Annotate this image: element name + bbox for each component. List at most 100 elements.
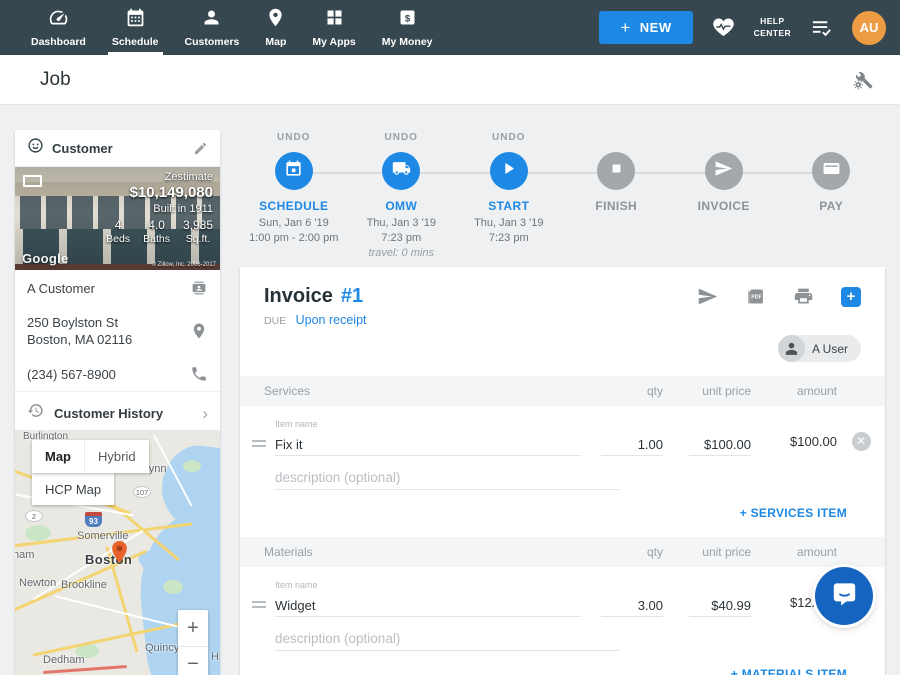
step-date: Thu, Jan 3 '19	[367, 216, 436, 231]
nav-label: Dashboard	[31, 36, 86, 48]
remove-service-item-button[interactable]: ✕	[852, 432, 871, 451]
sqft-value: 3,985	[183, 218, 213, 232]
contact-card-icon[interactable]	[190, 279, 208, 297]
step-label: PAY	[819, 199, 843, 213]
nav-item-my-apps[interactable]: My Apps	[299, 0, 368, 55]
add-materials-item-link[interactable]: + MATERIALS ITEM	[240, 651, 885, 675]
job-settings-icon[interactable]	[852, 69, 874, 91]
step-time: 7:23 pm	[474, 231, 543, 246]
map-label-newton: Newton	[19, 577, 56, 589]
add-services-item-link[interactable]: + SERVICES ITEM	[240, 490, 885, 537]
nav-item-dashboard[interactable]: Dashboard	[18, 0, 99, 55]
nav-item-my-money[interactable]: $ My Money	[369, 0, 446, 55]
material-description-input[interactable]	[275, 627, 620, 651]
dollar-icon: $	[397, 7, 418, 33]
svg-text:PDF: PDF	[751, 295, 762, 301]
omw-step-button[interactable]	[382, 152, 420, 190]
start-step-button[interactable]	[490, 152, 528, 190]
step-datetime: Thu, Jan 3 '19 7:23 pm travel: 0 mins	[367, 216, 436, 261]
built-year: Built in 1911	[106, 203, 213, 215]
drag-handle-icon[interactable]	[250, 437, 275, 456]
zestimate-value: $10,149,080	[106, 184, 213, 201]
plus-icon: +	[620, 18, 630, 38]
map-park	[183, 460, 201, 472]
step-time: 7:23 pm	[367, 231, 436, 246]
service-name-input[interactable]	[275, 434, 581, 456]
photo-copyright: © Zillow, Inc. 2006-2017	[152, 262, 216, 268]
assignee-name: A User	[812, 342, 848, 356]
map-type-map-button[interactable]: Map	[32, 440, 84, 473]
map-label-hingham: Hi	[211, 651, 220, 663]
help-line1: HELP	[754, 16, 791, 27]
undo-start-button[interactable]: UNDO	[492, 132, 525, 148]
finish-step-button[interactable]	[597, 152, 635, 190]
help-line2: CENTER	[754, 28, 791, 39]
assignee-chip[interactable]: A User	[778, 335, 861, 362]
service-description-input[interactable]	[275, 466, 620, 490]
due-row: DUE Upon receipt	[264, 311, 861, 329]
step-label: SCHEDULE	[259, 199, 328, 213]
page-title: Job	[40, 69, 71, 91]
chat-support-button[interactable]	[815, 567, 873, 625]
help-center-link[interactable]: HELP CENTER	[754, 16, 791, 39]
customer-history-row[interactable]: Customer History ›	[15, 391, 220, 434]
location-pin-icon[interactable]	[190, 322, 208, 340]
step-datetime: Sun, Jan 6 '19 1:00 pm - 2:00 pm	[249, 216, 338, 246]
beds-stat: 4 Beds	[106, 218, 130, 245]
face-icon	[27, 137, 44, 159]
nav-actions: + NEW HELP CENTER AU	[599, 0, 886, 55]
invoice-card: Invoice #1 PDF + DUE Upon receipt A User	[240, 267, 885, 675]
phone-icon[interactable]	[190, 365, 208, 383]
pdf-icon[interactable]: PDF	[745, 286, 766, 307]
map-type-control: Map Hybrid	[32, 440, 149, 473]
activity-feed-icon[interactable]	[810, 16, 833, 39]
pay-step-button[interactable]	[812, 152, 850, 190]
zoom-in-button[interactable]: +	[178, 610, 208, 646]
zoom-out-button[interactable]: −	[178, 646, 208, 675]
nav-item-map[interactable]: Map	[252, 0, 299, 55]
new-button[interactable]: + NEW	[599, 11, 692, 44]
add-invoice-button[interactable]: +	[841, 287, 861, 307]
top-nav: Dashboard Schedule Customers Map My Apps…	[0, 0, 900, 55]
google-watermark: Google	[22, 251, 69, 266]
drag-handle-icon[interactable]	[250, 598, 275, 617]
health-heart-icon[interactable]	[712, 16, 735, 39]
invoice-title: Invoice	[264, 285, 333, 308]
schedule-step-button[interactable]	[275, 152, 313, 190]
job-status-timeline: UNDO SCHEDULE Sun, Jan 6 '19 1:00 pm - 2…	[240, 132, 885, 261]
assignee-row: A User	[240, 329, 885, 376]
nav-item-customers[interactable]: Customers	[172, 0, 253, 55]
map-type-hybrid-button[interactable]: Hybrid	[84, 440, 149, 473]
step-label: OMW	[385, 199, 417, 213]
map-label-brookline: Brookline	[61, 579, 107, 591]
send-invoice-icon[interactable]	[697, 286, 718, 307]
map-pin-icon	[265, 7, 286, 33]
material-unit-price-input[interactable]	[689, 595, 751, 617]
invoice-number[interactable]: #1	[341, 285, 363, 308]
interstate-93-number: 93	[85, 512, 102, 526]
print-icon[interactable]	[793, 286, 814, 307]
map-zoom-control: + −	[178, 610, 208, 675]
due-terms-link[interactable]: Upon receipt	[296, 313, 367, 327]
amount-column-header: amount	[751, 545, 837, 559]
undo-schedule-button[interactable]: UNDO	[277, 132, 310, 148]
user-avatar[interactable]: AU	[852, 11, 886, 45]
material-qty-input[interactable]	[601, 595, 663, 617]
stop-icon	[607, 159, 626, 183]
undo-omw-button[interactable]: UNDO	[385, 132, 418, 148]
service-unit-price-input[interactable]	[689, 434, 751, 456]
customer-card: Customer Zestimate $10,149,080 Built in …	[15, 130, 220, 434]
hcp-map-button[interactable]: HCP Map	[32, 473, 114, 505]
invoice-step-button[interactable]	[705, 152, 743, 190]
material-name-input[interactable]	[275, 595, 581, 617]
calendar-icon	[284, 159, 303, 183]
edit-pencil-icon[interactable]	[193, 141, 208, 156]
service-description-row	[240, 456, 885, 490]
zestimate-overlay: Zestimate $10,149,080 Built in 1911 4 Be…	[106, 171, 213, 245]
nav-item-schedule[interactable]: Schedule	[99, 0, 172, 55]
service-amount: $100.00	[751, 434, 837, 456]
service-qty-input[interactable]	[601, 434, 663, 456]
mini-map[interactable]: Burlington Lynn Somerville ham Boston Ne…	[15, 430, 220, 675]
baths-stat: 4.0 Baths	[143, 218, 170, 245]
calendar-icon	[125, 7, 146, 33]
